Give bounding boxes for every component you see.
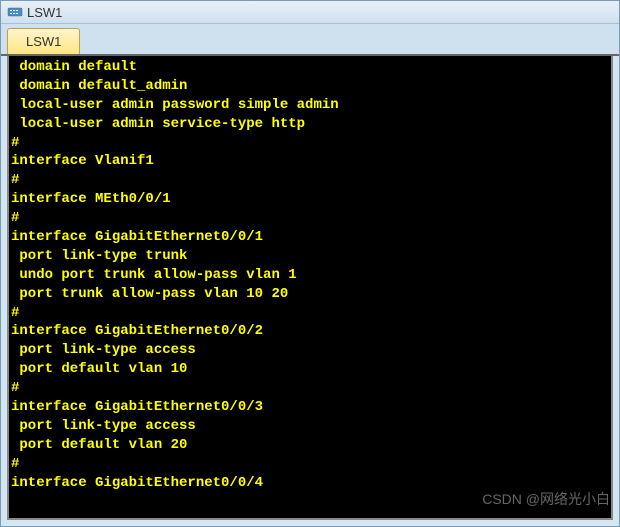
- terminal-line: local-user admin service-type http: [11, 115, 609, 134]
- terminal-line: #: [11, 209, 609, 228]
- terminal-line: local-user admin password simple admin: [11, 96, 609, 115]
- terminal-line: #: [11, 134, 609, 153]
- terminal-line: domain default: [11, 58, 609, 77]
- terminal-line: undo port trunk allow-pass vlan 1: [11, 266, 609, 285]
- tab-strip: LSW1: [1, 24, 619, 56]
- terminal-window: LSW1 LSW1 domain default domain default_…: [0, 0, 620, 527]
- tab-lsw1[interactable]: LSW1: [7, 28, 80, 54]
- terminal-output[interactable]: domain default domain default_admin loca…: [7, 56, 613, 520]
- terminal-line: interface MEth0/0/1: [11, 190, 609, 209]
- terminal-line: port default vlan 10: [11, 360, 609, 379]
- terminal-line: port link-type access: [11, 417, 609, 436]
- terminal-line: interface GigabitEthernet0/0/4: [11, 474, 609, 493]
- switch-icon: [7, 4, 23, 20]
- terminal-line: port link-type access: [11, 341, 609, 360]
- terminal-line: #: [11, 379, 609, 398]
- terminal-line: #: [11, 455, 609, 474]
- tab-label: LSW1: [26, 34, 61, 49]
- window-title: LSW1: [27, 5, 62, 20]
- terminal-line: interface GigabitEthernet0/0/1: [11, 228, 609, 247]
- titlebar[interactable]: LSW1: [1, 1, 619, 24]
- terminal-line: port default vlan 20: [11, 436, 609, 455]
- terminal-line: port trunk allow-pass vlan 10 20: [11, 285, 609, 304]
- terminal-line: port link-type trunk: [11, 247, 609, 266]
- terminal-line: #: [11, 171, 609, 190]
- terminal-line: #: [11, 304, 609, 323]
- terminal-line: interface Vlanif1: [11, 152, 609, 171]
- terminal-line: interface GigabitEthernet0/0/2: [11, 322, 609, 341]
- terminal-line: domain default_admin: [11, 77, 609, 96]
- terminal-line: interface GigabitEthernet0/0/3: [11, 398, 609, 417]
